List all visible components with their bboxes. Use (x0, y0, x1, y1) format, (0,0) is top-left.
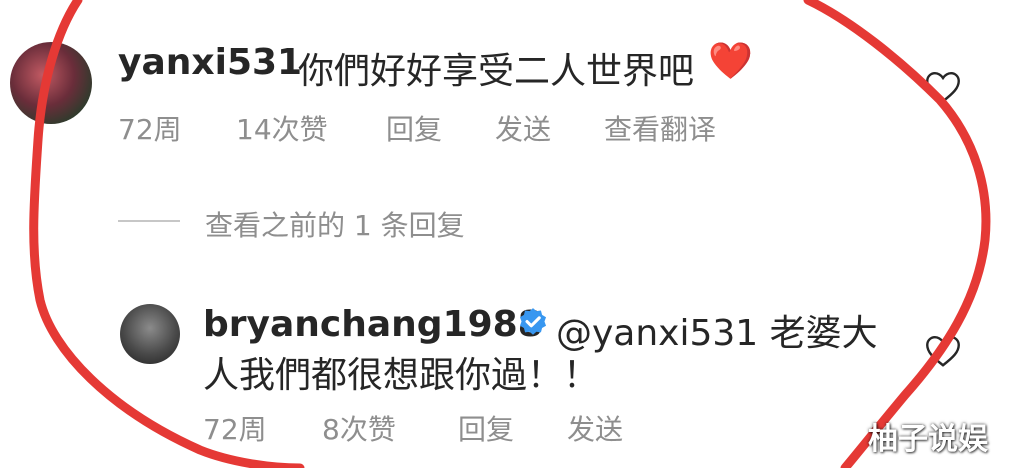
translate-button[interactable]: 查看翻译 (604, 108, 716, 148)
reply-username[interactable]: bryanchang1988 (203, 304, 543, 345)
comment-likes-count[interactable]: 14次赞 (236, 108, 328, 148)
send-button[interactable]: 发送 (567, 408, 623, 448)
reply-text-line-1: @yanxi531 老婆大 (556, 313, 878, 354)
reply-button[interactable]: 回复 (458, 408, 514, 448)
view-previous-replies-button[interactable]: 查看之前的 1 条回复 (205, 204, 465, 244)
avatar-bryanchang1988[interactable] (120, 304, 180, 364)
watermark-text: 柚子说娱 (868, 422, 988, 457)
reply-button[interactable]: 回复 (386, 108, 442, 148)
comment-username[interactable]: yanxi531 (118, 42, 302, 83)
reply-likes-count[interactable]: 8次赞 (322, 408, 396, 448)
send-button[interactable]: 发送 (495, 108, 551, 148)
heart-outline-icon[interactable] (925, 70, 961, 104)
verified-badge-icon (519, 308, 547, 335)
reply-time: 72周 (203, 413, 267, 446)
avatar-yanxi531[interactable] (10, 42, 92, 124)
replies-divider-line (118, 220, 180, 222)
comment-text: 你們好好享受二人世界吧 (298, 51, 695, 92)
heart-emoji: ❤️ (708, 41, 753, 82)
comment-time: 72周 (118, 113, 182, 146)
reply-text-line-2: 人我們都很想跟你過！！ (203, 355, 600, 396)
heart-outline-icon[interactable] (925, 334, 961, 368)
